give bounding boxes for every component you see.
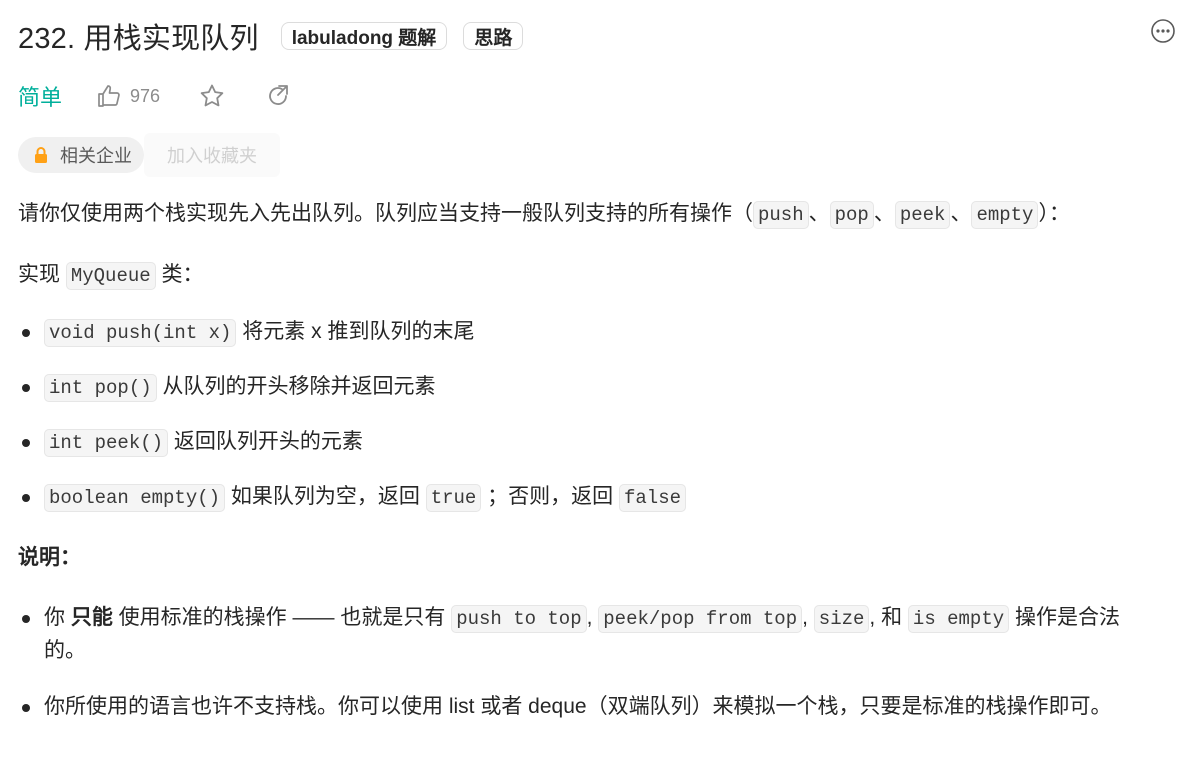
difficulty-label: 简单 — [18, 85, 63, 110]
meta-row: 简单 976 — [18, 78, 292, 114]
company-row: 相关企业 加入收藏夹 — [18, 133, 280, 177]
problem-page: 232. 用栈实现队列 labuladong 题解 思路 简单 976 相关企业… — [0, 0, 1188, 768]
code-empty: empty — [971, 201, 1039, 229]
code-push-to-top: push to top — [451, 605, 587, 633]
note-strong: 只能 — [70, 606, 113, 629]
code-size: size — [813, 605, 870, 633]
separator: 、 — [808, 202, 830, 225]
note-heading: 说明： — [18, 546, 81, 569]
separator: , — [802, 606, 814, 629]
method-text: 如果队列为空，返回 — [225, 485, 426, 508]
method-text: ；否则，返回 — [481, 485, 619, 508]
separator: , — [586, 606, 599, 629]
implement-post: 类： — [155, 263, 204, 286]
add-to-list-button[interactable]: 加入收藏夹 — [144, 133, 280, 177]
list-item: void push(int x) 将元素 x 推到队列的末尾 — [18, 316, 1178, 349]
list-item: 你所使用的语言也许不支持栈。你可以使用 list 或者 deque（双端队列）来… — [18, 691, 1178, 723]
idea-tag[interactable]: 思路 — [463, 22, 524, 50]
like-count: 976 — [130, 85, 161, 106]
code-peek-pop: peek/pop from top — [598, 605, 803, 633]
related-companies-label: 相关企业 — [60, 146, 132, 166]
code-pop: pop — [829, 201, 874, 229]
intro-end: ）： — [1038, 202, 1070, 225]
method-code: int peek() — [44, 429, 169, 457]
code-false: false — [618, 484, 686, 512]
problem-title: 232. 用栈实现队列 — [18, 23, 259, 55]
implement-pre: 实现 — [18, 263, 66, 286]
like-button[interactable]: 976 — [96, 83, 160, 109]
note-text: 你 — [44, 606, 71, 629]
thumbs-up-icon — [98, 85, 120, 107]
favorite-button[interactable] — [198, 82, 226, 110]
code-peek: peek — [894, 201, 951, 229]
list-item: boolean empty() 如果队列为空，返回 true ；否则，返回 fa… — [18, 481, 1178, 514]
list-item: int peek() 返回队列开头的元素 — [18, 426, 1178, 459]
code-is-empty: is empty — [907, 605, 1010, 633]
method-list: void push(int x) 将元素 x 推到队列的末尾 int pop()… — [18, 316, 1178, 514]
code-myqueue: MyQueue — [65, 262, 156, 290]
method-text: 返回队列开头的元素 — [168, 430, 363, 453]
list-item: int pop() 从队列的开头移除并返回元素 — [18, 371, 1178, 404]
note-list: 你 只能 使用标准的栈操作 —— 也就是只有 push to top, peek… — [18, 602, 1178, 723]
separator: 、 — [873, 202, 895, 225]
method-text: 从队列的开头移除并返回元素 — [156, 375, 436, 398]
separator: , 和 — [869, 606, 908, 629]
share-button[interactable] — [264, 82, 292, 110]
separator: 、 — [950, 202, 972, 225]
method-code: void push(int x) — [44, 319, 237, 347]
share-icon — [269, 85, 288, 105]
code-push: push — [753, 201, 809, 229]
problem-description: 请你仅使用两个栈实现先入先出队列。队列应当支持一般队列支持的所有操作（ push、… — [18, 198, 1178, 723]
intro-paragraph: 请你仅使用两个栈实现先入先出队列。队列应当支持一般队列支持的所有操作（ push、… — [18, 198, 1178, 231]
method-code: int pop() — [44, 374, 157, 402]
related-companies-button[interactable]: 相关企业 — [18, 137, 144, 173]
list-item: 你 只能 使用标准的栈操作 —— 也就是只有 push to top, peek… — [18, 602, 1178, 667]
code-true: true — [425, 484, 482, 512]
labuladong-solution-tag[interactable]: labuladong 题解 — [280, 22, 448, 50]
implement-paragraph: 实现 MyQueue 类： — [18, 259, 1178, 292]
title-row: 232. 用栈实现队列 labuladong 题解 思路 — [18, 14, 524, 58]
more-options-icon[interactable] — [1150, 18, 1176, 44]
star-icon — [200, 84, 224, 107]
method-code: boolean empty() — [44, 484, 226, 512]
lock-icon — [35, 147, 47, 163]
intro-text: 请你仅使用两个栈实现先入先出队列。队列应当支持一般队列支持的所有操作（ — [18, 202, 753, 225]
note-text: 你所使用的语言也许不支持栈。你可以使用 list 或者 deque（双端队列）来… — [44, 695, 1112, 718]
method-text: 将元素 x 推到队列的末尾 — [236, 320, 475, 343]
note-text: 使用标准的栈操作 —— 也就是只有 — [112, 606, 452, 629]
